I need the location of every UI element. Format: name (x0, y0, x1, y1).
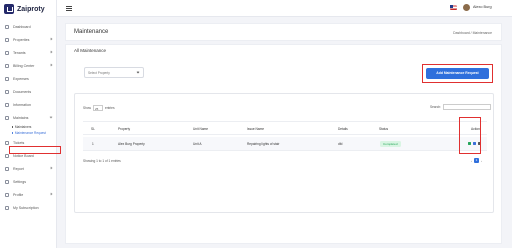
sidebar-item-label: Notice Board (13, 153, 34, 158)
sidebar-subitem-label: Maintenance Request (14, 131, 46, 135)
sidebar-item-label: Dashboard (13, 24, 31, 29)
chevron-right-icon (49, 166, 53, 170)
search-label: Search: (430, 105, 441, 109)
page-title: Maintenance (74, 29, 109, 35)
sidebar-item-report[interactable]: Report (0, 162, 57, 175)
table-search: Search: (430, 104, 491, 110)
search-input[interactable] (443, 104, 491, 110)
bullet-icon (12, 126, 14, 128)
column-header[interactable]: SL (91, 127, 95, 131)
highlight-box-action (459, 117, 481, 154)
add-maintenance-request-button[interactable]: Add Maintenance Request (426, 68, 489, 79)
maintenance-card: All Maintenance Select Property Add Main… (65, 44, 502, 244)
property-select-placeholder: Select Property (88, 71, 110, 75)
sidebar-item-label: Tenants (13, 50, 26, 55)
breadcrumb[interactable]: Dashboard / Maintenance (453, 31, 492, 35)
brand-name: Zaiproty (17, 5, 45, 13)
entries-length-control: Show 25 entries (83, 105, 115, 111)
menu-toggle-icon[interactable] (66, 6, 72, 11)
sidebar-subitem-label: Maintainers (14, 125, 32, 129)
status-badge: Completed (380, 141, 401, 147)
sidebar-item-expenses[interactable]: Expenses (0, 72, 57, 85)
sidebar-item-information[interactable]: Information (0, 98, 57, 111)
column-header[interactable]: Details (338, 127, 348, 131)
sidebar-item-label: Billing Center (13, 63, 35, 68)
us-flag-icon[interactable] (450, 5, 457, 10)
brand-logo-icon (4, 4, 14, 14)
chart-icon (5, 166, 9, 171)
avatar[interactable] (463, 4, 470, 11)
sidebar-item-label: Expenses (13, 76, 29, 81)
document-icon (5, 89, 9, 94)
invoice-icon (5, 63, 9, 68)
sidebar-item-documents[interactable]: Documents (0, 85, 57, 98)
cell-unit: Unit A (193, 142, 202, 146)
table-header: SL Property Unit Name Issue Name Details… (83, 121, 487, 135)
property-select[interactable]: Select Property (84, 67, 144, 78)
table-row: 1 Alex Burg Property Unit A Repairing li… (83, 137, 487, 151)
sidebar-item-properties[interactable]: Properties (0, 33, 57, 46)
cell-issue: Repairing lights of stair (247, 142, 280, 146)
sidebar-item-settings[interactable]: Settings (0, 175, 57, 188)
sidebar-item-dashboard[interactable]: Dashboard (0, 20, 57, 33)
sidebar-item-label: Profile (13, 192, 24, 197)
card-icon (5, 205, 9, 210)
user-name[interactable]: Alexo Burg (473, 5, 492, 9)
users-icon (5, 50, 9, 55)
sidebar-item-my-subscription[interactable]: My Subscription (0, 201, 57, 214)
table-info: Showing 1 to 1 of 1 entries (83, 159, 121, 163)
sidebar-item-label: Maintains (13, 115, 29, 120)
cell-details: dfd (338, 142, 343, 146)
sidebar-item-label: Properties (13, 37, 30, 42)
wallet-icon (5, 76, 9, 81)
chevron-right-icon (49, 63, 53, 67)
column-header[interactable]: Property (118, 127, 130, 131)
sidebar-item-maintains[interactable]: Maintains (0, 111, 57, 124)
sidebar: Zaiproty Dashboard Properties Tenants Bi… (0, 0, 57, 248)
sidebar-item-tenants[interactable]: Tenants (0, 46, 57, 59)
sidebar-nav: Dashboard Properties Tenants Billing Cen… (0, 20, 57, 214)
cell-sl: 1 (92, 142, 94, 146)
info-icon (5, 102, 9, 107)
column-header[interactable]: Unit Name (193, 127, 208, 131)
sidebar-item-label: Documents (13, 89, 32, 94)
entries-select[interactable]: 25 (92, 105, 103, 111)
bullet-icon (12, 132, 14, 134)
chevron-right-icon (49, 192, 53, 196)
topbar: Alexo Burg (57, 0, 512, 17)
pagination: ‹ 1 › (471, 158, 482, 163)
wrench-icon (5, 115, 9, 120)
chevron-right-icon (49, 37, 53, 41)
sidebar-item-label: My Subscription (13, 205, 39, 210)
column-header[interactable]: Status (379, 127, 388, 131)
page-header: Maintenance Dashboard / Maintenance (65, 23, 502, 41)
megaphone-icon (5, 153, 9, 158)
pagination-prev[interactable]: ‹ (471, 159, 472, 163)
show-label: Show (83, 106, 91, 110)
pagination-next[interactable]: › (481, 159, 482, 163)
column-header[interactable]: Issue Name (247, 127, 264, 131)
sidebar-item-label: Report (13, 166, 24, 171)
chevron-down-icon (49, 115, 53, 119)
chevron-right-icon (49, 50, 53, 54)
sidebar-item-label: Information (13, 102, 31, 107)
table-container: Show 25 entries Search: SL Property Unit… (74, 93, 494, 213)
pagination-page[interactable]: 1 (474, 158, 479, 163)
card-title: All Maintenance (74, 48, 107, 53)
brand[interactable]: Zaiproty (4, 3, 45, 15)
sidebar-item-billing-center[interactable]: Billing Center (0, 59, 57, 72)
entries-label: entries (104, 106, 115, 110)
sidebar-item-label: Tickets (13, 140, 25, 145)
sidebar-item-label: Settings (13, 179, 26, 184)
sidebar-item-profile[interactable]: Profile (0, 188, 57, 201)
cell-property: Alex Burg Property (118, 142, 145, 146)
chevron-down-icon (136, 70, 140, 74)
building-icon (5, 37, 9, 42)
home-icon (5, 24, 9, 29)
gear-icon (5, 179, 9, 184)
ticket-icon (5, 140, 9, 145)
user-icon (5, 192, 9, 197)
highlight-box-sidebar (9, 146, 61, 154)
